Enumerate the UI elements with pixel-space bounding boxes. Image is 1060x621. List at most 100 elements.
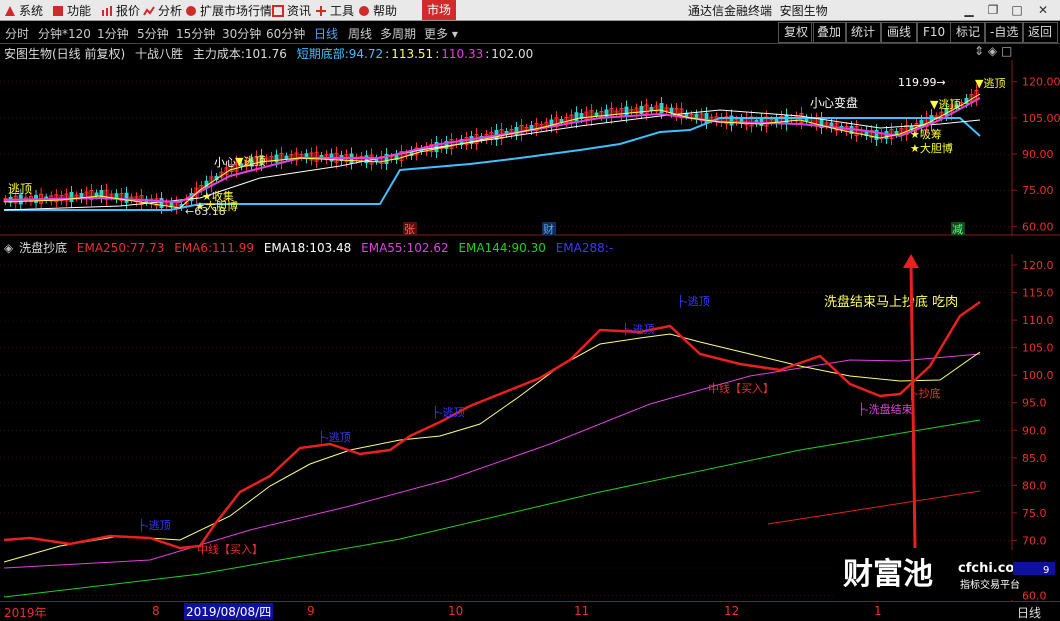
close-icon[interactable]: ✕	[1036, 3, 1050, 17]
candle-body	[649, 107, 654, 111]
candle-body	[94, 192, 99, 197]
period-tab-min120[interactable]: 分钟*120	[38, 25, 91, 42]
watermark-brand: 财富池	[843, 557, 933, 592]
taoding-sub-4: ├-逃顶	[622, 322, 655, 336]
taoding-label-right: ▼逃顶	[975, 77, 1005, 90]
minimize-icon[interactable]: ▁	[962, 3, 976, 17]
menu-item-tools[interactable]: 工具	[315, 2, 354, 19]
period-toolbar: 分时 分钟*120 1分钟 5分钟 15分钟 30分钟 60分钟 日线 周线 多…	[0, 21, 1060, 44]
market-tab[interactable]: 市场	[422, 0, 456, 20]
menu-item-quote[interactable]: 报价	[101, 2, 140, 19]
xiaoxin-bianpan-label: 小心变盘	[810, 95, 858, 110]
back-button[interactable]: 返回	[1022, 22, 1059, 43]
main-candlestick-chart[interactable]: 120.00105.0090.0075.0060.00 逃顶 ←63.18 ★收…	[0, 60, 1060, 236]
draw-button[interactable]: 画线	[881, 22, 918, 43]
taoding-label-right2: ▼逃顶	[930, 98, 960, 111]
menu-item-analysis[interactable]: 分析	[143, 2, 182, 19]
function-icon	[52, 5, 64, 17]
maximize-panel-icon[interactable]: □	[1001, 44, 1012, 58]
sub-y-tick-label: 75.0	[1022, 507, 1047, 520]
menu-item-help[interactable]: 帮助	[358, 2, 397, 19]
period-tab-weekly[interactable]: 周线	[348, 25, 372, 42]
sub-y-tick-label: 105.0	[1022, 342, 1054, 355]
period-tab-30min[interactable]: 30分钟	[222, 25, 261, 42]
menu-item-function[interactable]: 功能	[52, 2, 91, 19]
main-y-tick-label: 60.00	[1022, 220, 1054, 233]
period-tab-1min[interactable]: 1分钟	[97, 25, 129, 42]
bottom-label: 短期底部:	[296, 47, 349, 61]
date-label-dec: 12	[724, 604, 740, 618]
taoding-sub-1: ├-逃顶	[138, 518, 171, 532]
ema6-label: EMA6:	[174, 241, 213, 255]
date-label-oct: 10	[448, 604, 464, 618]
period-tab-more[interactable]: 更多 ▾	[424, 25, 458, 42]
news-icon	[272, 5, 284, 17]
high-price-label: 119.99→	[898, 76, 946, 89]
bottom-value-4: 102.00	[491, 47, 534, 61]
watchlist-button[interactable]: -自选	[984, 22, 1025, 43]
restore-icon[interactable]: ❐	[986, 3, 1000, 17]
main-chart-header: 安图生物(日线 前复权) 十战八胜 主力成本:101.76 短期底部:94.72…	[4, 47, 534, 61]
mark-button[interactable]: 标记	[950, 22, 987, 43]
crosshair-date-label: 2019/08/08/四	[184, 603, 274, 620]
f10-button[interactable]: F10	[917, 22, 952, 43]
globe-icon	[185, 5, 197, 17]
settings-icon[interactable]: ◈	[988, 44, 997, 58]
cai-marker: 财	[543, 222, 554, 236]
sub-settings-icon[interactable]: ◈	[4, 241, 13, 255]
candle-body	[124, 192, 129, 203]
main-y-tick-label: 120.00	[1022, 76, 1060, 89]
period-tab-daily[interactable]: 日线	[314, 25, 338, 42]
sub-y-tick-label: 60.0	[1022, 589, 1047, 601]
main-indicator-name: 十战八胜	[135, 47, 184, 61]
stats-button[interactable]: 统计	[845, 22, 882, 43]
help-icon	[358, 5, 370, 17]
switch-icon[interactable]: ⇕	[974, 44, 984, 58]
jian-marker: 减	[952, 223, 963, 236]
bottom-value-2: 113.51	[391, 47, 434, 61]
date-label-jan: 1	[874, 604, 882, 618]
date-label-nov: 11	[574, 604, 590, 618]
date-label-2019: 2019年	[4, 606, 47, 620]
menu-bar: 系统 功能 报价 分析 扩展市场行情 资讯 工具 帮助 市场 通达信金融终端 安…	[0, 0, 1060, 21]
period-tab-timeshare[interactable]: 分时	[5, 25, 29, 42]
main-y-tick-label: 105.00	[1022, 112, 1060, 125]
period-tab-15min[interactable]: 15分钟	[176, 25, 215, 42]
main-chart-title: 安图生物(日线 前复权)	[4, 47, 126, 61]
sub-y-tick-label: 80.0	[1022, 479, 1047, 492]
sub-y-tick-label: 85.0	[1022, 452, 1047, 465]
date-label-aug: 8	[152, 604, 160, 618]
chevron-down-icon: ▾	[451, 27, 458, 41]
ema288-value: -	[608, 241, 614, 255]
panel-controls: ⇕ ◈ □	[974, 44, 1054, 58]
sub-chart-header: ◈ 洗盘抄底 EMA250:77.73 EMA6:111.99 EMA18:10…	[4, 239, 619, 255]
watermark-sub: 指标交易平台	[960, 578, 1020, 591]
sub-y-tick-label: 115.0	[1022, 287, 1054, 300]
menu-item-system[interactable]: 系统	[4, 2, 43, 19]
menu-item-news[interactable]: 资讯	[272, 2, 311, 19]
zhang-marker: 张	[404, 223, 415, 236]
overlay-button[interactable]: 叠加	[811, 22, 848, 43]
adjust-button[interactable]: 复权	[778, 22, 815, 43]
period-tab-multi[interactable]: 多周期	[380, 25, 416, 42]
tools-icon	[315, 5, 327, 17]
maximize-icon[interactable]: □	[1010, 3, 1024, 17]
ema250-label: EMA250:	[76, 241, 130, 255]
overlay-comment: 洗盘结束马上抄底 吃肉	[824, 294, 958, 310]
bottom-value-3: 110.33	[441, 47, 484, 61]
last-value-box: 9	[1043, 565, 1049, 576]
menu-item-extended-market[interactable]: 扩展市场行情	[185, 2, 272, 19]
period-tab-60min[interactable]: 60分钟	[266, 25, 305, 42]
cost-label: 主力成本:	[192, 47, 245, 61]
main-y-tick-label: 75.00	[1022, 184, 1054, 197]
candle-body	[284, 155, 289, 160]
main-y-tick-label: 90.00	[1022, 148, 1054, 161]
taoding-label-left: 逃顶	[8, 182, 32, 196]
taoding-label-mid: ▼逃顶	[235, 155, 265, 168]
period-tab-5min[interactable]: 5分钟	[137, 25, 169, 42]
sub-y-tick-label: 95.0	[1022, 397, 1047, 410]
period-indicator[interactable]: 日线	[1017, 604, 1041, 621]
ema-sub-chart[interactable]: 120.0 115.0 110.0 105.0 100.0 95.0 90.0 85.0 80.…	[0, 254, 1060, 601]
dadanbo-label-left: ★大胆博	[195, 199, 238, 213]
sub-y-tick-label: 110.0	[1022, 314, 1054, 327]
